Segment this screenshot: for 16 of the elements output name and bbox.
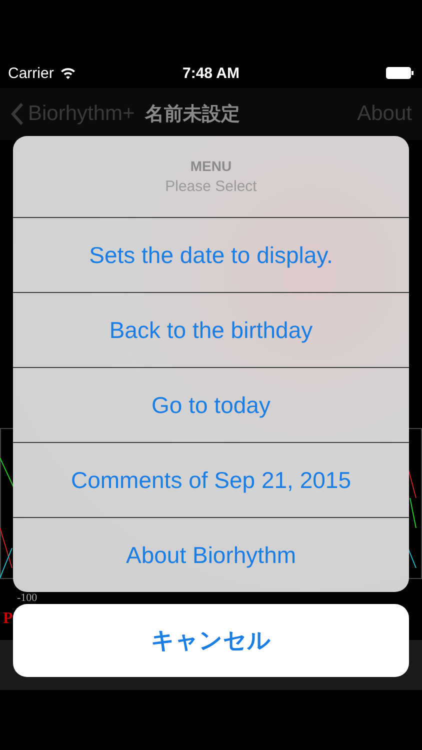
sheet-message: Please Select	[165, 178, 257, 195]
battery-icon	[386, 67, 414, 79]
chevron-icon	[10, 102, 24, 126]
nav-title: 名前未設定	[144, 102, 241, 127]
menu-action[interactable]: Comments of Sep 21, 2015	[13, 443, 409, 518]
menu-action[interactable]: Go to today	[13, 368, 409, 443]
legend-letter: P	[3, 610, 13, 628]
wifi-icon	[60, 67, 76, 79]
menu-action[interactable]: Back to the birthday	[13, 293, 409, 368]
sheet-title: MENU	[190, 158, 232, 174]
axis-label: -100	[17, 593, 38, 604]
cancel-button[interactable]: キャンセル	[13, 604, 409, 677]
clock-time: 7:48 AM	[182, 64, 240, 82]
carrier-label: Carrier	[8, 64, 54, 82]
menu-action[interactable]: Sets the date to display.	[13, 218, 409, 293]
menu-action[interactable]: About Biorhythm	[13, 518, 409, 592]
